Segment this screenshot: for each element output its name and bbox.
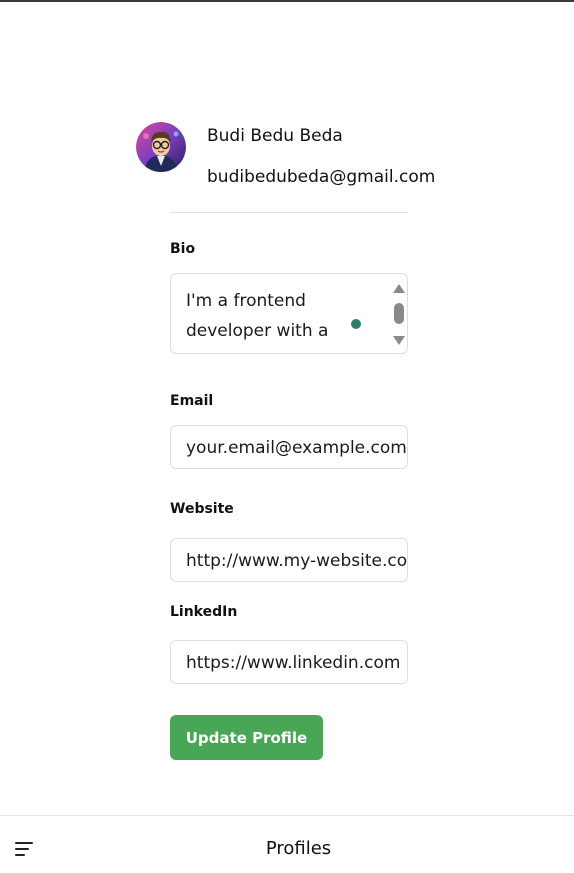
- cartoon-avatar-icon: [136, 122, 186, 172]
- scroll-down-arrow-icon[interactable]: [393, 336, 405, 345]
- bio-label: Bio: [170, 241, 196, 257]
- email-label: Email: [170, 393, 214, 409]
- update-profile-button[interactable]: Update Profile: [170, 715, 323, 760]
- scroll-up-arrow-icon[interactable]: [393, 284, 405, 293]
- bottom-navigation-bar: Profiles: [0, 815, 574, 873]
- bottom-bar-title: Profiles: [265, 838, 332, 859]
- scroll-thumb[interactable]: [394, 303, 404, 324]
- divider: [170, 212, 408, 213]
- profile-name: Budi Bedu Beda: [207, 126, 343, 146]
- linkedin-label: LinkedIn: [170, 604, 238, 620]
- email-field[interactable]: your.email@example.com: [170, 425, 408, 469]
- linkedin-field[interactable]: https://www.linkedin.com: [170, 640, 408, 684]
- avatar: [136, 122, 186, 172]
- bio-scrollbar[interactable]: [387, 274, 407, 353]
- website-label: Website: [170, 501, 234, 517]
- top-border: [0, 0, 574, 2]
- website-field[interactable]: http://www.my-website.com: [170, 538, 408, 582]
- bio-textarea[interactable]: I'm a frontend developer with a passion …: [170, 273, 408, 354]
- profile-page: Budi Bedu Beda budibedubeda@gmail.com Bi…: [0, 0, 574, 873]
- cursor-indicator: [351, 319, 361, 329]
- profile-email: budibedubeda@gmail.com: [207, 167, 436, 187]
